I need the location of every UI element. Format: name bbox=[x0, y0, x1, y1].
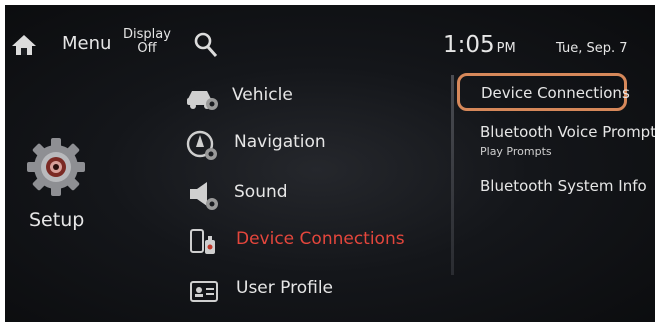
submenu-item-bluetooth-system-info[interactable]: Bluetooth System Info bbox=[460, 173, 655, 201]
submenu-item-sublabel-play-prompts: Play Prompts bbox=[480, 145, 552, 158]
menu-item-label-device-connections: Device Connections bbox=[236, 229, 405, 249]
menu-item-device-connections[interactable]: Device Connections bbox=[183, 224, 433, 260]
time-ampm: PM bbox=[496, 41, 516, 56]
submenu-item-bluetooth-voice-prompts[interactable]: Bluetooth Voice Prompts Play Prompts bbox=[460, 119, 655, 161]
gear-icon bbox=[25, 136, 87, 198]
submenu-item-label-bluetooth-voice-prompts: Bluetooth Voice Prompts bbox=[480, 123, 655, 141]
menu-item-navigation[interactable]: Navigation bbox=[183, 127, 433, 163]
photo-frame: Menu Display Off 1:05 PM Tue, Sep. 7 Set… bbox=[0, 0, 658, 325]
menu-item-label-user-profile: User Profile bbox=[236, 278, 334, 298]
car-gear-icon bbox=[185, 83, 219, 111]
submenu-item-device-connections[interactable]: Device Connections bbox=[457, 73, 630, 111]
speaker-gear-icon bbox=[187, 179, 221, 211]
phone-usb-icon bbox=[189, 228, 219, 258]
setup-title: Setup bbox=[29, 209, 85, 231]
menu-item-user-profile[interactable]: User Profile bbox=[183, 273, 433, 309]
menu-item-vehicle[interactable]: Vehicle bbox=[183, 79, 433, 113]
menu-button[interactable]: Menu bbox=[62, 33, 111, 54]
display-off-button[interactable]: Display Off bbox=[121, 28, 173, 56]
display-off-label-line1: Display bbox=[123, 27, 171, 42]
time-value: 1:05 bbox=[443, 32, 495, 58]
date-label: Tue, Sep. 7 bbox=[556, 41, 628, 56]
clock-time: 1:05 PM bbox=[443, 32, 516, 58]
menu-item-label-navigation: Navigation bbox=[234, 132, 326, 152]
home-icon[interactable] bbox=[11, 33, 37, 57]
menu-item-label-vehicle: Vehicle bbox=[232, 85, 293, 105]
submenu-item-label-bluetooth-system-info: Bluetooth System Info bbox=[480, 177, 647, 195]
search-icon[interactable] bbox=[194, 32, 218, 58]
display-off-label-line2: Off bbox=[137, 41, 157, 56]
profile-card-icon bbox=[189, 279, 219, 305]
navigation-gear-icon bbox=[185, 130, 219, 162]
submenu-item-label-device-connections: Device Connections bbox=[481, 84, 630, 102]
menu-item-label-sound: Sound bbox=[234, 182, 288, 202]
column-divider bbox=[451, 75, 454, 275]
infotainment-screen: Menu Display Off 1:05 PM Tue, Sep. 7 Set… bbox=[5, 5, 655, 322]
menu-item-sound[interactable]: Sound bbox=[183, 176, 433, 212]
